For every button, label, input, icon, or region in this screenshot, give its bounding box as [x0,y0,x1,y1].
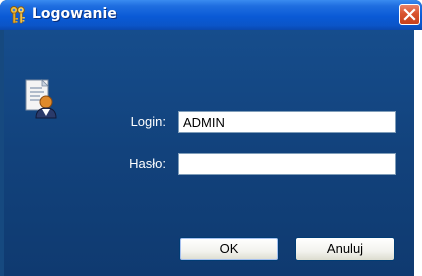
password-label: Hasło: [129,156,166,171]
user-document-icon [22,78,62,120]
keys-icon [8,5,28,25]
close-button[interactable] [399,4,420,25]
window-edge [414,30,422,276]
login-input[interactable] [178,111,396,133]
login-dialog: Logowanie Login: Hasło: [0,0,422,276]
title-bar[interactable]: Logowanie [0,0,422,30]
ok-button[interactable]: OK [179,237,279,261]
login-label: Login: [130,114,166,129]
password-input[interactable] [178,153,396,175]
window-title: Logowanie [32,6,117,22]
cancel-button[interactable]: Anuluj [295,237,395,261]
